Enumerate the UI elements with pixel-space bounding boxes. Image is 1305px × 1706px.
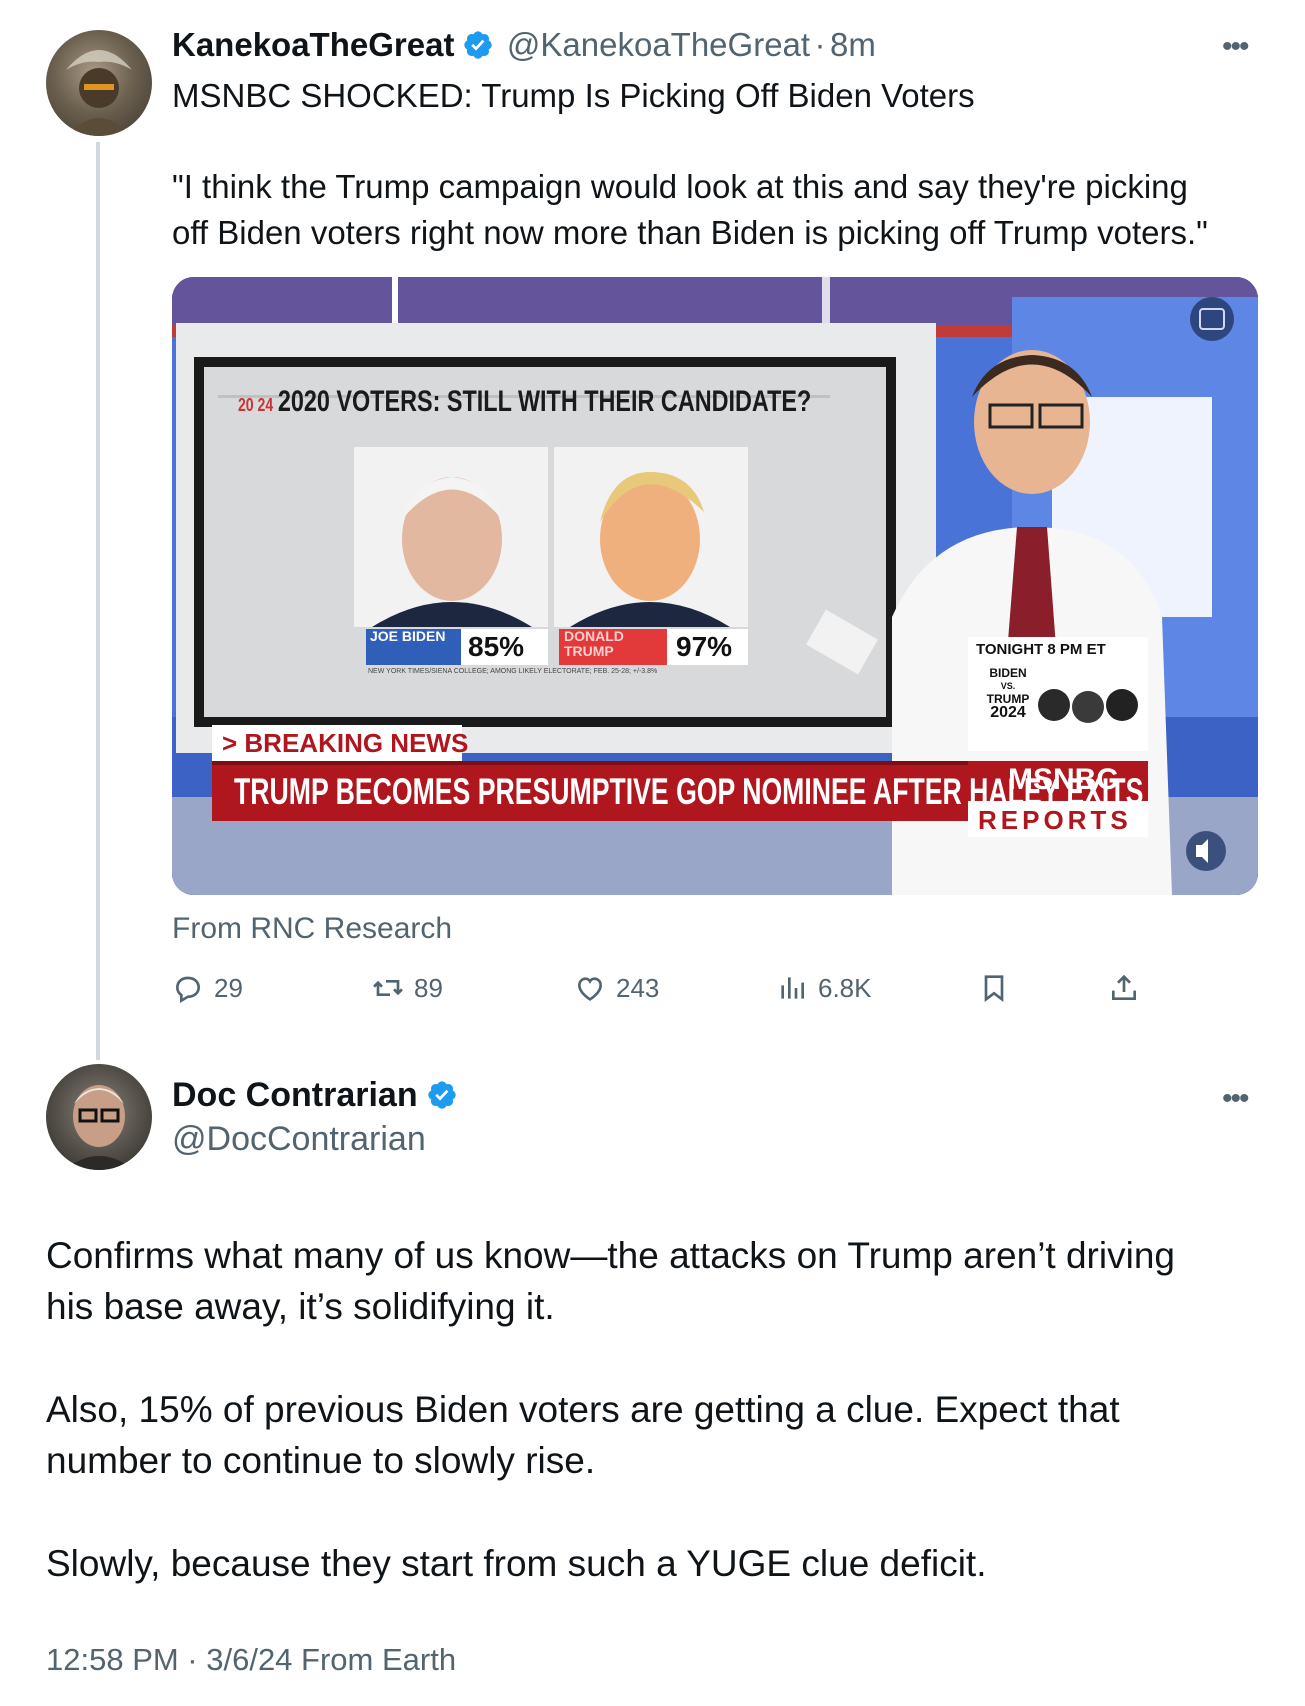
candidate1-value: 85% [468,631,525,662]
candidate2-value: 97% [676,631,733,662]
reply-button[interactable]: 29 [172,968,243,1008]
tweet1-quote-line2: off Biden voters right now more than Bid… [172,214,1208,251]
views-count: 6.8K [818,972,872,1003]
tweet2-timestamp[interactable]: 12:58 PM · 3/6/24 From Earth [46,1642,456,1678]
retweet-count: 89 [414,972,443,1003]
candidate2-label: DONALD TRUMP [564,628,624,659]
candidate1-label: JOE BIDEN [370,628,446,644]
avatar-man-glasses-icon [64,1085,134,1170]
promo-title: TONIGHT 8 PM ET [976,641,1106,658]
avatar-figure-icon [66,50,132,136]
poll-source-note: NEW YORK TIMES/SIENA COLLEGE; AMONG LIKE… [368,668,658,675]
screen-title: 20 24 2020 VOTERS: STILL WITH THEIR CANDI… [238,385,811,419]
tweet2-author-line: Doc Contrarian [172,1076,458,1115]
more-options-icon-2[interactable]: ••• [1222,1082,1249,1116]
like-button[interactable]: 243 [574,968,659,1008]
heart-icon [577,977,603,1001]
author-avatar-doc[interactable] [46,1064,152,1170]
reply-count: 29 [214,972,243,1003]
more-options-icon[interactable]: ••• [1222,30,1249,64]
share-icon [1112,974,1136,1000]
captions-button[interactable] [1190,297,1234,341]
author-handle[interactable]: @KanekoaTheGreat [507,26,810,63]
tweet1-header: KanekoaTheGreat @KanekoaTheGreat · 8m [172,26,876,64]
tweet2-para1-line1: Confirms what many of us know—the attack… [46,1235,1175,1276]
tweet1-quote-line1: "I think the Trump campaign would look a… [172,168,1188,205]
promo-line-1: BIDEN [989,666,1027,680]
breaking-news-label: > BREAKING NEWS [222,728,469,758]
video-player[interactable]: 20 24 2020 VOTERS: STILL WITH THEIR CANDI… [172,277,1258,895]
screen-title-text: 2020 VOTERS: STILL WITH THEIR CANDIDATE? [277,385,812,418]
verified-badge-icon [426,1079,458,1111]
bookmark-icon [984,975,1004,1002]
author-name[interactable]: Doc Contrarian [172,1076,418,1114]
promo-line-4: 2024 [990,704,1026,721]
author-avatar-kanekoa[interactable] [46,30,152,136]
promo-matchup: BIDEN VS. TRUMP 2024 [986,666,1030,721]
thread-connector-line [96,142,100,1060]
bookmark-button[interactable] [978,968,1020,1008]
tweet1-headline: MSNBC SHOCKED: Trump Is Picking Off Bide… [172,77,975,114]
views-button[interactable]: 6.8K [776,968,872,1008]
author-handle[interactable]: @DocContrarian [172,1120,426,1159]
network-logo: MSNBC [1008,763,1118,796]
tweet-time[interactable]: 8m [830,26,876,63]
views-icon [781,977,804,999]
tweet2-para3: Slowly, because they start from such a Y… [46,1543,987,1584]
tweet2-para2-line2: number to continue to slowly rise. [46,1440,596,1481]
like-count: 243 [616,972,660,1003]
verified-badge-icon [462,29,494,61]
network-sub: REPORTS [978,805,1132,835]
tweet2-para1-line2: his base away, it’s solidifying it. [46,1286,555,1327]
reply-icon [175,976,201,1004]
author-name[interactable]: KanekoaTheGreat [172,26,454,63]
retweet-icon [373,980,403,996]
separator-dot: · [814,26,826,63]
screen-logo-year: 20 24 [238,395,274,415]
retweet-button[interactable]: 89 [372,968,443,1008]
media-source[interactable]: From RNC Research [172,912,452,946]
volume-icon[interactable] [1186,831,1226,871]
share-button[interactable] [1108,968,1150,1008]
tweet2-para2-line1: Also, 15% of previous Biden voters are g… [46,1389,1120,1430]
